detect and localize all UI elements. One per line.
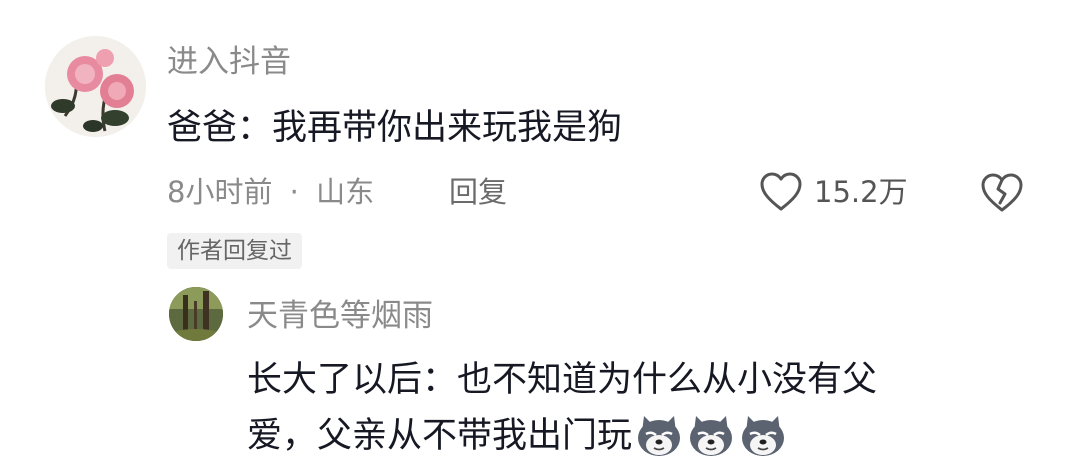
- meta-separator: ·: [289, 175, 299, 209]
- dislike-button[interactable]: [978, 170, 1026, 216]
- reply-avatar[interactable]: [169, 287, 223, 341]
- reply-text-line2-row: 爱，父亲从不带我出门玩: [247, 412, 788, 460]
- broken-heart-icon: [981, 173, 1023, 212]
- reply-text-line1: 长大了以后：也不知道为什么从小没有父: [247, 360, 878, 400]
- avatar[interactable]: [45, 36, 146, 137]
- dog-emoji-icon: [738, 414, 788, 458]
- author-replied-badge: 作者回复过: [167, 233, 302, 269]
- comment-text: 爸爸：我再带你出来玩我是狗: [167, 108, 623, 148]
- like-count: 15.2万: [814, 175, 908, 209]
- heart-outline-icon: [760, 172, 802, 211]
- reply-button[interactable]: 回复: [449, 172, 507, 212]
- comment-time: 8小时前: [167, 175, 273, 209]
- dog-emoji-icon: [686, 414, 736, 458]
- comment-meta: 8小时前 · 山东: [167, 172, 374, 212]
- dog-emoji-icon: [634, 414, 684, 458]
- comment-username[interactable]: 进入抖音: [167, 42, 291, 82]
- reply-text-line2: 爱，父亲从不带我出门玩: [247, 416, 633, 456]
- like-button[interactable]: [758, 170, 804, 214]
- reply-username[interactable]: 天青色等烟雨: [247, 296, 433, 336]
- comment-location: 山东: [316, 175, 375, 209]
